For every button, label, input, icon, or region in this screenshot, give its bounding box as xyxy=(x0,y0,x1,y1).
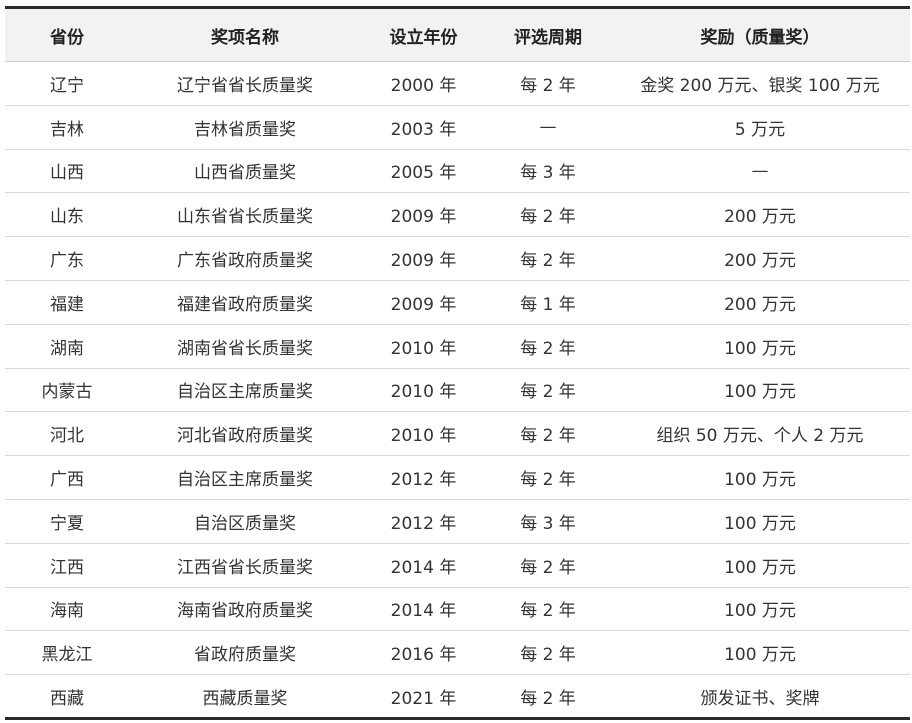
cell-province: 黑龙江 xyxy=(5,630,129,676)
table-body: 辽宁 辽宁省省长质量奖 2000 年每 2 年金奖 200 万元、银奖 100 万元… xyxy=(5,61,910,719)
cell-reward: 100 万元 xyxy=(610,630,910,676)
column-header-province: 省份 xyxy=(5,7,129,62)
table-row: 宁夏 自治区质量奖 2012 年每 3 年 100 万元 xyxy=(5,499,910,544)
cell-established-year: 2016 年 xyxy=(361,630,486,676)
cell-province: 福建 xyxy=(5,280,129,325)
table-row: 广西 自治区主席质量奖 2012 年每 2 年 100 万元 xyxy=(5,455,910,500)
column-header-award-name: 奖项名称 xyxy=(129,7,361,62)
cell-selection-cycle: 每 3 年 xyxy=(486,499,610,544)
quality-award-table: 省份 奖项名称 设立年份 评选周期 奖励（质量奖） 辽宁 辽宁省省长质量奖 2000… xyxy=(5,6,910,720)
cell-established-year: 2010 年 xyxy=(361,324,486,369)
cell-established-year: 2005 年 xyxy=(361,149,486,194)
cell-established-year: 2003 年 xyxy=(361,105,486,150)
cell-province: 广西 xyxy=(5,455,129,500)
column-header-established-year: 设立年份 xyxy=(361,7,486,62)
cell-reward: — xyxy=(610,149,910,194)
cell-award-name: 湖南省省长质量奖 xyxy=(129,324,361,369)
table-row: 西藏 西藏质量奖 2021 年 每 2 年 颁发证书、奖牌 xyxy=(5,675,910,719)
cell-selection-cycle: 每 2 年 xyxy=(486,630,610,676)
cell-selection-cycle: — xyxy=(486,105,610,150)
cell-province: 江西 xyxy=(5,543,129,588)
cell-selection-cycle: 每 1 年 xyxy=(486,280,610,325)
cell-selection-cycle: 每 2 年 xyxy=(486,543,610,588)
table-row: 江西 江西省省长质量奖 2014 年每 2 年 100 万元 xyxy=(5,543,910,588)
cell-reward: 100 万元 xyxy=(610,587,910,632)
table-row: 山西 山西省质量奖 2005 年每 3 年 — xyxy=(5,149,910,194)
cell-reward: 200 万元 xyxy=(610,280,910,325)
cell-reward: 200 万元 xyxy=(610,236,910,281)
cell-established-year: 2012 年 xyxy=(361,455,486,500)
table-header: 省份 奖项名称 设立年份 评选周期 奖励（质量奖） xyxy=(5,7,910,62)
cell-established-year: 2009 年 xyxy=(361,280,486,325)
cell-reward: 100 万元 xyxy=(610,455,910,500)
cell-award-name: 自治区质量奖 xyxy=(129,499,361,544)
cell-province: 山西 xyxy=(5,149,129,194)
cell-selection-cycle: 每 2 年 xyxy=(486,411,610,457)
cell-province: 吉林 xyxy=(5,105,129,150)
cell-selection-cycle: 每 2 年 xyxy=(486,61,610,106)
cell-reward: 5 万元 xyxy=(610,105,910,150)
cell-province: 辽宁 xyxy=(5,61,129,106)
column-header-selection-cycle: 评选周期 xyxy=(486,7,610,62)
cell-selection-cycle: 每 2 年 xyxy=(486,192,610,238)
table-row: 黑龙江 省政府质量奖 2016 年每 2 年 100 万元 xyxy=(5,630,910,676)
cell-province: 湖南 xyxy=(5,324,129,369)
header-row: 省份 奖项名称 设立年份 评选周期 奖励（质量奖） xyxy=(5,7,910,62)
cell-reward: 组织 50 万元、个人 2 万元 xyxy=(610,411,910,457)
table-row: 河北 河北省政府质量奖 2010 年每 2 年组织 50 万元、个人 2 万元 xyxy=(5,411,910,457)
cell-reward: 100 万元 xyxy=(610,324,910,369)
cell-award-name: 自治区主席质量奖 xyxy=(129,368,361,413)
cell-award-name: 自治区主席质量奖 xyxy=(129,455,361,500)
cell-established-year: 2009 年 xyxy=(361,192,486,238)
table-row: 山东 山东省省长质量奖 2009 年每 2 年 200 万元 xyxy=(5,192,910,238)
cell-established-year: 2000 年 xyxy=(361,61,486,106)
cell-established-year: 2014 年 xyxy=(361,543,486,588)
cell-province: 河北 xyxy=(5,411,129,457)
table-row: 海南 海南省政府质量奖 2014 年每 2 年 100 万元 xyxy=(5,587,910,632)
cell-established-year: 2014 年 xyxy=(361,587,486,632)
cell-award-name: 山西省质量奖 xyxy=(129,149,361,194)
cell-award-name: 辽宁省省长质量奖 xyxy=(129,61,361,106)
cell-established-year: 2010 年 xyxy=(361,411,486,457)
cell-selection-cycle: 每 3 年 xyxy=(486,149,610,194)
table-row: 福建 福建省政府质量奖 2009 年每 1 年 200 万元 xyxy=(5,280,910,325)
cell-award-name: 江西省省长质量奖 xyxy=(129,543,361,588)
cell-established-year: 2009 年 xyxy=(361,236,486,281)
table-row: 吉林 吉林省质量奖 2003 年 —5 万元 xyxy=(5,105,910,150)
cell-selection-cycle: 每 2 年 xyxy=(486,236,610,281)
cell-province: 西藏 xyxy=(50,688,84,709)
cell-reward: 颁发证书、奖牌 xyxy=(700,688,820,709)
cell-established-year: 2021 年 xyxy=(390,688,457,709)
cell-province: 广东 xyxy=(5,236,129,281)
table-row: 辽宁 辽宁省省长质量奖 2000 年每 2 年金奖 200 万元、银奖 100 万元 xyxy=(5,61,910,106)
cell-award-name: 福建省政府质量奖 xyxy=(129,280,361,325)
table-row: 湖南 湖南省省长质量奖 2010 年每 2 年 100 万元 xyxy=(5,324,910,369)
cell-reward: 200 万元 xyxy=(610,192,910,238)
cell-province: 山东 xyxy=(5,192,129,238)
table-row: 广东 广东省政府质量奖 2009 年每 2 年 200 万元 xyxy=(5,236,910,281)
cell-selection-cycle: 每 2 年 xyxy=(486,368,610,413)
cell-award-name: 省政府质量奖 xyxy=(129,630,361,676)
cell-established-year: 2012 年 xyxy=(361,499,486,544)
cell-reward: 100 万元 xyxy=(610,368,910,413)
cell-award-name: 海南省政府质量奖 xyxy=(129,587,361,632)
table-row: 内蒙古 自治区主席质量奖 2010 年每 2 年 100 万元 xyxy=(5,368,910,413)
cell-selection-cycle: 每 2 年 xyxy=(486,324,610,369)
cell-province: 内蒙古 xyxy=(5,368,129,413)
cell-selection-cycle: 每 2 年 xyxy=(486,587,610,632)
cell-reward: 金奖 200 万元、银奖 100 万元 xyxy=(610,61,910,106)
cell-reward: 100 万元 xyxy=(610,499,910,544)
cell-selection-cycle: 每 2 年 xyxy=(520,688,576,709)
cell-award-name: 山东省省长质量奖 xyxy=(129,192,361,238)
cell-award-name: 西藏质量奖 xyxy=(202,688,288,709)
cell-reward: 100 万元 xyxy=(610,543,910,588)
cell-award-name: 广东省政府质量奖 xyxy=(129,236,361,281)
column-header-reward: 奖励（质量奖） xyxy=(610,7,910,62)
cell-award-name: 吉林省质量奖 xyxy=(129,105,361,150)
cell-province: 海南 xyxy=(5,587,129,632)
cell-selection-cycle: 每 2 年 xyxy=(486,455,610,500)
cell-award-name: 河北省政府质量奖 xyxy=(129,411,361,457)
cell-province: 宁夏 xyxy=(5,499,129,544)
cell-established-year: 2010 年 xyxy=(361,368,486,413)
